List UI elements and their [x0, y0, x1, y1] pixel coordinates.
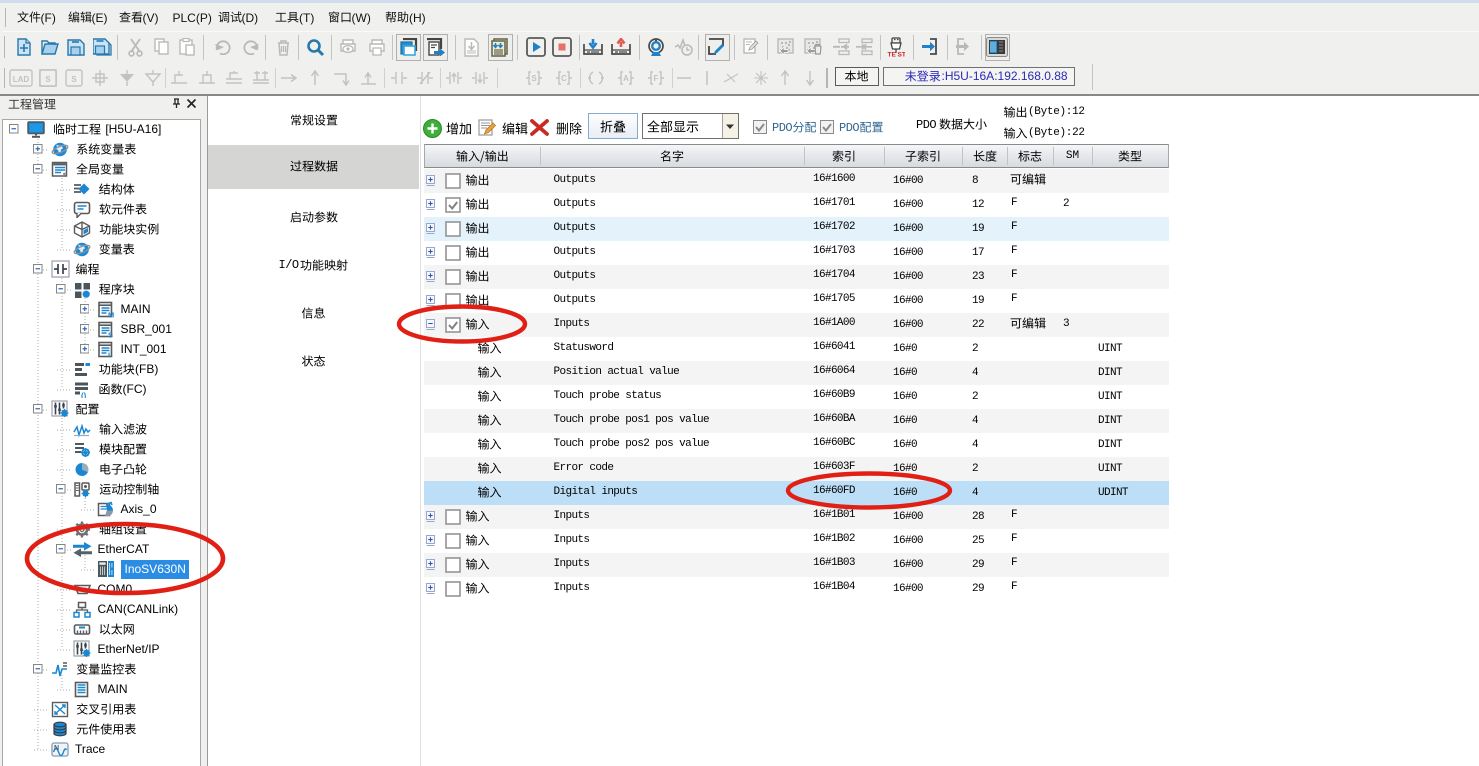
- svg-text:A: A: [623, 74, 629, 83]
- svg-text:S: S: [531, 74, 537, 83]
- svg-text:I: I: [108, 350, 110, 358]
- svg-text:(): (): [81, 391, 87, 398]
- svg-text:S: S: [45, 75, 51, 84]
- svg-text:LAD: LAD: [13, 75, 30, 84]
- svg-text:F: F: [654, 74, 659, 83]
- svg-text:S: S: [108, 330, 113, 338]
- svg-text:N: N: [54, 745, 59, 752]
- svg-text:C: C: [561, 74, 567, 83]
- svg-text:M: M: [108, 310, 114, 318]
- svg-text:S: S: [71, 75, 77, 84]
- svg-text:TE: TE: [888, 51, 897, 58]
- svg-text:ST: ST: [898, 51, 906, 58]
